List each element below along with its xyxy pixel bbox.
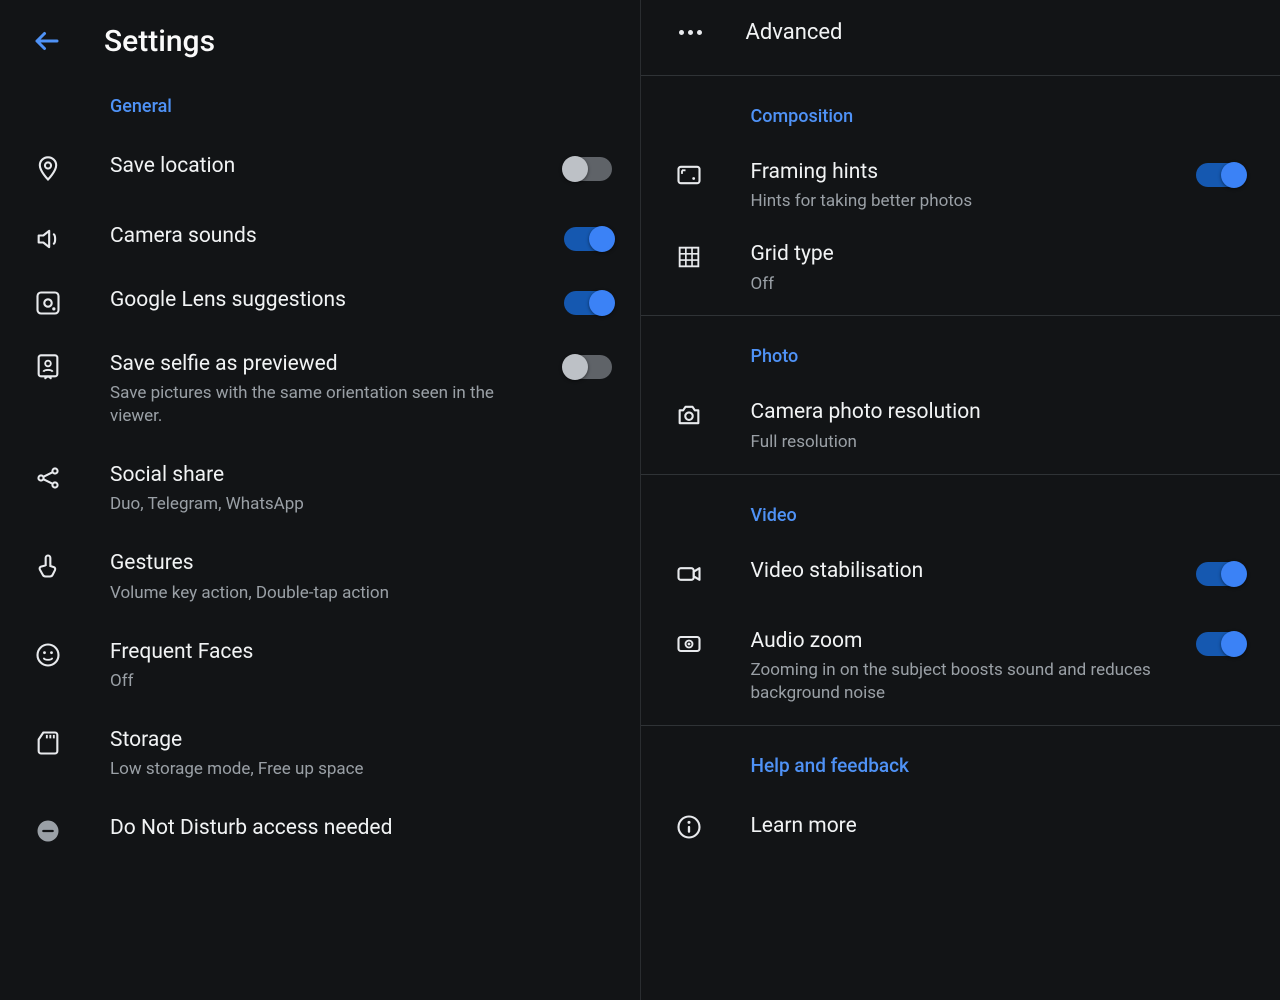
toggle-save-location[interactable]: [564, 157, 612, 181]
row-title: Social share: [110, 462, 604, 489]
row-title: Frequent Faces: [110, 639, 604, 666]
row-lens-suggestions[interactable]: Google Lens suggestions: [0, 267, 640, 331]
more-horizontal-icon: [669, 30, 702, 35]
toggle-audio-zoom[interactable]: [1196, 632, 1244, 656]
row-storage[interactable]: Storage Low storage mode, Free up space: [0, 707, 640, 795]
grid-icon: [675, 243, 703, 271]
dnd-icon: [34, 817, 62, 845]
row-title: Framing hints: [751, 159, 1173, 186]
location-pin-icon: [34, 155, 62, 183]
section-video: Video: [641, 481, 1280, 544]
row-title: Google Lens suggestions: [110, 287, 540, 314]
row-title: Save location: [110, 153, 540, 180]
divider: [641, 725, 1280, 726]
toggle-lens-suggestions[interactable]: [564, 291, 612, 315]
settings-pane-advanced: Advanced Composition Framing hints Hints…: [641, 0, 1280, 1000]
row-grid-type[interactable]: Grid type Off: [641, 227, 1280, 309]
section-composition: Composition: [641, 82, 1280, 145]
share-icon: [34, 464, 62, 492]
row-photo-resolution[interactable]: Camera photo resolution Full resolution: [641, 385, 1280, 467]
gesture-icon: [34, 552, 62, 580]
settings-screen: Settings General Save location Camera so…: [0, 0, 1280, 1000]
section-general: General: [0, 90, 640, 139]
divider: [641, 474, 1280, 475]
row-learn-more[interactable]: Learn more: [641, 795, 1280, 859]
row-title: Gestures: [110, 550, 604, 577]
camera-icon: [675, 401, 703, 429]
row-sub: Off: [110, 670, 604, 693]
divider: [641, 315, 1280, 316]
advanced-title: Advanced: [746, 20, 843, 45]
section-help: Help and feedback: [641, 732, 1280, 795]
toggle-camera-sounds[interactable]: [564, 227, 612, 251]
row-sub: Full resolution: [751, 431, 1237, 454]
row-framing-hints[interactable]: Framing hints Hints for taking better ph…: [641, 145, 1280, 227]
audio-zoom-icon: [675, 630, 703, 658]
selfie-icon: [34, 353, 62, 381]
row-title: Camera photo resolution: [751, 399, 1237, 426]
row-title: Save selfie as previewed: [110, 351, 540, 378]
divider: [641, 75, 1280, 76]
frame-icon: [675, 161, 703, 189]
row-sub: Hints for taking better photos: [751, 190, 1173, 213]
row-title: Do Not Disturb access needed: [110, 815, 604, 842]
face-icon: [34, 641, 62, 669]
row-frequent-faces[interactable]: Frequent Faces Off: [0, 619, 640, 707]
sound-icon: [34, 225, 62, 253]
row-title: Storage: [110, 727, 604, 754]
toggle-save-selfie[interactable]: [564, 355, 612, 379]
row-sub: Duo, Telegram, WhatsApp: [110, 493, 604, 516]
row-save-selfie[interactable]: Save selfie as previewed Save pictures w…: [0, 331, 640, 442]
page-title: Settings: [104, 24, 215, 59]
row-sub: Save pictures with the same orientation …: [110, 382, 540, 428]
row-title: Grid type: [751, 241, 1237, 268]
row-title: Audio zoom: [751, 628, 1173, 655]
row-sub: Volume key action, Double-tap action: [110, 582, 604, 605]
info-icon: [675, 813, 703, 841]
row-sub: Zooming in on the subject boosts sound a…: [751, 659, 1173, 705]
row-title: Camera sounds: [110, 223, 540, 250]
back-button[interactable]: [28, 22, 66, 60]
toggle-video-stabilisation[interactable]: [1196, 562, 1244, 586]
video-icon: [675, 560, 703, 588]
row-save-location[interactable]: Save location: [0, 139, 640, 203]
row-sub: Low storage mode, Free up space: [110, 758, 604, 781]
row-dnd[interactable]: Do Not Disturb access needed: [0, 795, 640, 859]
section-photo: Photo: [641, 322, 1280, 385]
row-gestures[interactable]: Gestures Volume key action, Double-tap a…: [0, 530, 640, 618]
advanced-header[interactable]: Advanced: [641, 0, 1280, 69]
header: Settings: [0, 0, 640, 90]
row-video-stabilisation[interactable]: Video stabilisation: [641, 544, 1280, 608]
row-title: Video stabilisation: [751, 558, 1173, 585]
row-camera-sounds[interactable]: Camera sounds: [0, 203, 640, 267]
toggle-framing-hints[interactable]: [1196, 163, 1244, 187]
row-social-share[interactable]: Social share Duo, Telegram, WhatsApp: [0, 442, 640, 530]
arrow-left-icon: [32, 26, 62, 56]
sd-card-icon: [34, 729, 62, 757]
row-audio-zoom[interactable]: Audio zoom Zooming in on the subject boo…: [641, 608, 1280, 719]
row-title: Learn more: [751, 813, 857, 840]
settings-pane-main: Settings General Save location Camera so…: [0, 0, 641, 1000]
row-sub: Off: [751, 273, 1237, 296]
lens-icon: [34, 289, 62, 317]
